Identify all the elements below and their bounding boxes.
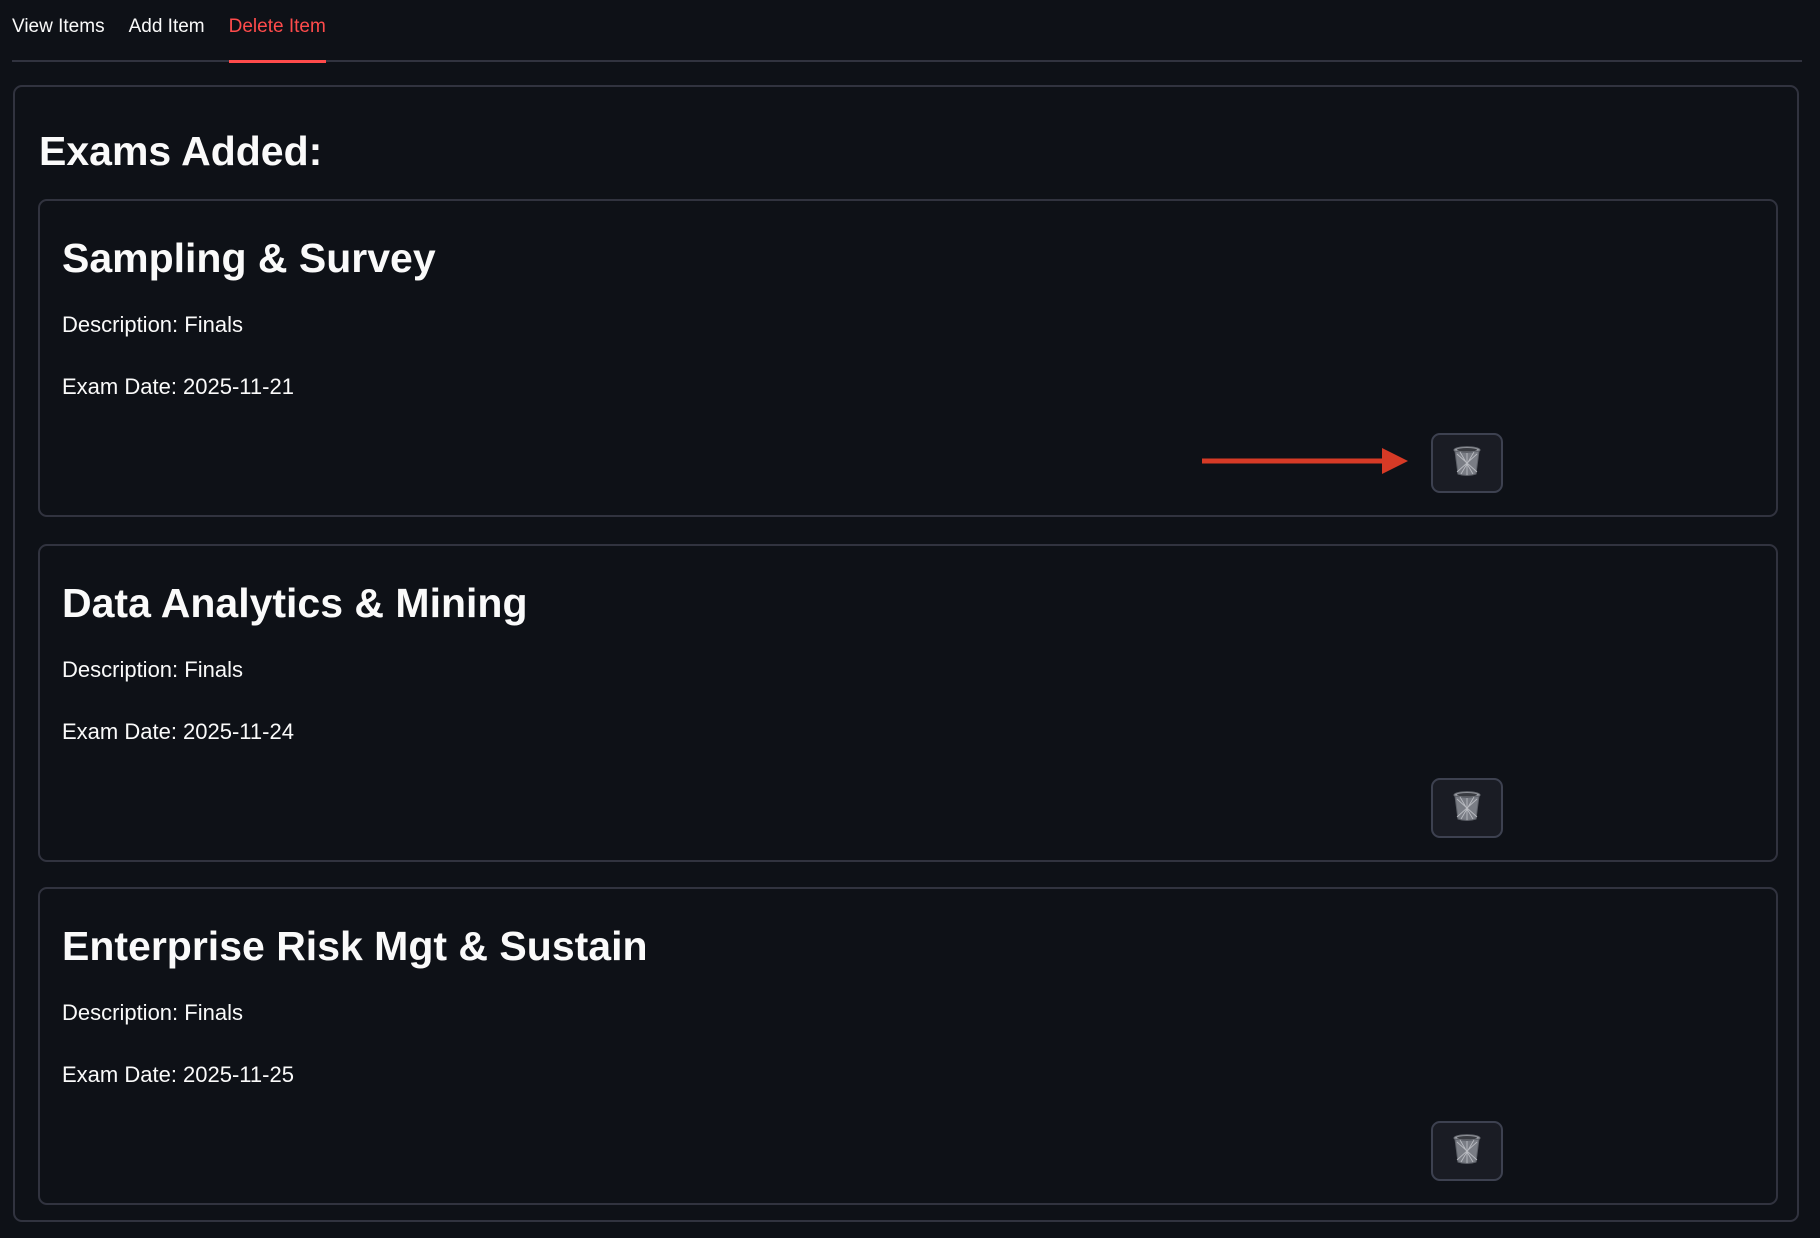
delete-exam-button[interactable] — [1431, 433, 1503, 493]
tab-delete-item[interactable]: Delete Item — [228, 0, 326, 63]
exam-card: Sampling & Survey Description: Finals Ex… — [38, 199, 1778, 517]
tab-add-item[interactable]: Add Item — [129, 0, 205, 60]
red-arrow-annotation — [1202, 448, 1408, 474]
exams-container: Exams Added: Sampling & Survey Descripti… — [13, 85, 1799, 1222]
tab-view-items[interactable]: View Items — [12, 0, 105, 60]
trash-can-icon — [1452, 1133, 1482, 1170]
delete-exam-button[interactable] — [1431, 1121, 1503, 1181]
exam-title: Enterprise Risk Mgt & Sustain — [62, 923, 648, 969]
exam-description: Description: Finals — [62, 657, 243, 682]
exam-date: Exam Date: 2025-11-24 — [62, 719, 294, 744]
trash-can-icon — [1452, 445, 1482, 482]
exam-card: Enterprise Risk Mgt & Sustain Descriptio… — [38, 887, 1778, 1205]
exam-title: Sampling & Survey — [62, 235, 436, 281]
exam-card: Data Analytics & Mining Description: Fin… — [38, 544, 1778, 862]
page-title: Exams Added: — [39, 128, 323, 174]
exam-date: Exam Date: 2025-11-25 — [62, 1062, 294, 1087]
trash-can-icon — [1452, 790, 1482, 827]
delete-exam-button[interactable] — [1431, 778, 1503, 838]
exam-title: Data Analytics & Mining — [62, 580, 528, 626]
exam-description: Description: Finals — [62, 1000, 243, 1025]
tab-bar: View Items Add Item Delete Item — [12, 0, 1802, 63]
exam-date: Exam Date: 2025-11-21 — [62, 374, 294, 399]
exam-description: Description: Finals — [62, 312, 243, 337]
